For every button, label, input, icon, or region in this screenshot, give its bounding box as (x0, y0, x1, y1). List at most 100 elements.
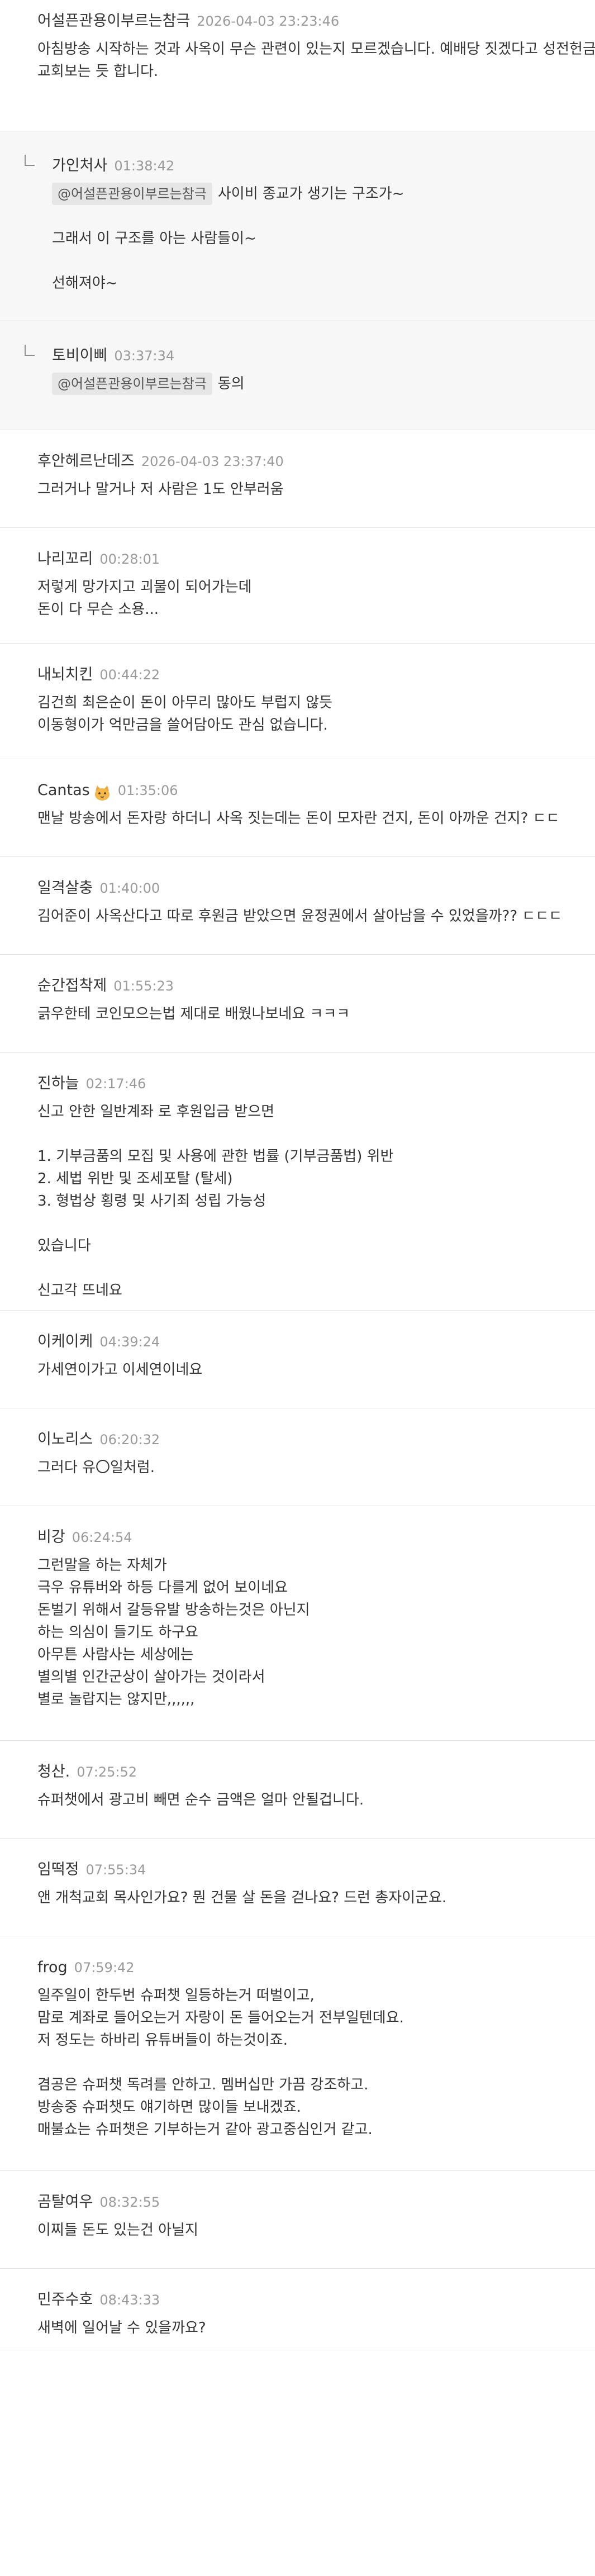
comment-text: 맨날 방송에서 돈자랑 하더니 사옥 짓는데는 돈이 모자란 건지, 돈이 아까… (37, 810, 560, 827)
author-name[interactable]: 임떡정 (37, 1861, 79, 1878)
comment-text: 아무튼 사람사는 세상에는 (37, 1646, 194, 1663)
comment-body: 맨날 방송에서 돈자랑 하더니 사옥 짓는데는 돈이 모자란 건지, 돈이 아까… (37, 807, 584, 830)
comment-text-line: 1. 기부금품의 모집 및 사용에 관한 법률 (기부금품법) 위반 (37, 1145, 584, 1168)
comment-body: 새벽에 일어날 수 있을까요? (37, 2317, 584, 2339)
comment-text: 극우 유튜버와 하등 다를게 없어 보이네요 (37, 1579, 288, 1596)
comment-text: 김건희 최은순이 돈이 아무리 많아도 부럽지 않듯 (37, 694, 332, 711)
comment-text: 하는 의심이 들기도 하구요 (37, 1624, 198, 1641)
comment-content: 토비이삐 03:37:34 @어설픈관용이부르는참극 동의 (52, 345, 584, 395)
comment-text: 돈이 다 무슨 소용... (37, 601, 159, 618)
author-name[interactable]: Cantas (37, 782, 90, 799)
comment-header: 가인처사 01:38:42 (52, 155, 584, 177)
comment-item: 이케이케 04:39:24 가세연이가고 이세연이네요 (0, 1311, 595, 1408)
mention-tag[interactable]: @어설픈관용이부르는참극 (52, 373, 212, 395)
author-name[interactable]: 이케이케 (37, 1333, 93, 1350)
comment-header: 토비이삐 03:37:34 (52, 345, 584, 367)
comment-text-line: 그런말을 하는 자체가 (37, 1554, 584, 1577)
comment-item: 내뇌치킨 00:44:22 김건희 최은순이 돈이 아무리 많아도 부럽지 않듯이동… (0, 644, 595, 759)
comment-text: 그래서 이 구조를 아는 사람들이~ (52, 230, 256, 247)
author-name[interactable]: 일격살충 (37, 879, 93, 897)
author-name[interactable]: 청산. (37, 1763, 70, 1780)
mention-tag[interactable]: @어설픈관용이부르는참극 (52, 183, 212, 205)
comment-header: 이노리스 06:20:32 (37, 1429, 584, 1451)
author-name[interactable]: 곰탈여우 (37, 2193, 93, 2211)
comment-text: 그러다 유〇일처럼. (37, 1459, 155, 1476)
comment-body: 신고 안한 일반계좌 로 후원입금 받으면 1. 기부금품의 모집 및 사용에 관… (37, 1101, 584, 1302)
comment-item: 민주수호 08:43:33 새벽에 일어날 수 있을까요? (0, 2269, 595, 2350)
comment-content: 일격살충 01:40:00 김어준이 사옥산다고 따로 후원금 받았으면 윤정권에서… (37, 877, 584, 927)
comment-text-line (37, 2051, 584, 2074)
timestamp: 00:44:22 (99, 667, 160, 683)
comment-text-line: 그러다 유〇일처럼. (37, 1456, 584, 1479)
author-name[interactable]: 민주수호 (37, 2291, 93, 2308)
author-name[interactable]: 내뇌치킨 (37, 666, 93, 683)
comment-text: 이동형이가 억만금을 쓸어담아도 관심 없습니다. (37, 717, 328, 734)
comment-text-line: 일주일이 한두번 슈퍼챗 일등하는거 떠벌이고, (37, 1984, 584, 2007)
comment-text: 가세연이가고 이세연이네요 (37, 1361, 203, 1378)
comment-content: 진하늘 02:17:46 신고 안한 일반계좌 로 후원입금 받으면 1. 기부금품의… (37, 1073, 584, 1302)
author-name[interactable]: 가인처사 (52, 157, 107, 174)
comment-body: 그런말을 하는 자체가극우 유튜버와 하등 다를게 없어 보이네요돈벌기 위해서… (37, 1554, 584, 1711)
comment-body: 긁우한테 코인모으는법 제대로 배웠나보네요 ㅋㅋㅋ (37, 1003, 584, 1025)
author-name[interactable]: 토비이삐 (52, 347, 107, 364)
author-name[interactable]: 진하늘 (37, 1075, 79, 1092)
comment-text: 있습니다 (37, 1237, 91, 1254)
comment-text-line: 아침방송 시작하는 것과 사옥이 무슨 관련이 있는지 모르겠습니다. 예배당 … (37, 38, 595, 60)
comment-text: 돈벌기 위해서 갈등유발 방송하는것은 아닌지 (37, 1602, 310, 1618)
comment-text: 새벽에 일어날 수 있을까요? (37, 2320, 206, 2336)
comment-list: 어설픈관용이부르는참극 2026-04-03 23:23:46 아침방송 시작하는 … (0, 0, 595, 2350)
comment-content: frog 07:59:42 일주일이 한두번 슈퍼챗 일등하는거 떠벌이고, 맘로 계… (37, 1956, 584, 2141)
author-name[interactable]: 어설픈관용이부르는참극 (37, 12, 190, 30)
comment-body: 일주일이 한두번 슈퍼챗 일등하는거 떠벌이고, 맘로 계좌로 들어오는거 자랑이… (37, 1984, 584, 2141)
comment-text-line: 매불쇼는 슈퍼챗은 기부하는거 같아 광고중심인거 같고. (37, 2118, 584, 2141)
author-name[interactable]: 순간접착제 (37, 977, 107, 994)
author-name[interactable]: 이노리스 (37, 1431, 93, 1448)
comment-text-line: 맘로 계좌로 들어오는거 자랑이 돈 들어오는거 전부일텐데요. (37, 2007, 584, 2029)
comment-text-line: 신고각 뜨네요 (37, 1279, 584, 1302)
author-name[interactable]: 나리꼬리 (37, 550, 93, 568)
reply-comment: 토비이삐 03:37:34 @어설픈관용이부르는참극 동의 (0, 321, 595, 430)
comment-text-line: 별로 놀랍지는 않지만,,,,,, (37, 1688, 584, 1711)
comment-text-line: 슈퍼챗에서 광고비 빼면 순수 금액은 얼마 안될겁니다. (37, 1789, 584, 1811)
comment-header: 내뇌치킨 00:44:22 (37, 664, 584, 686)
author-name[interactable]: 비강 (37, 1529, 65, 1546)
timestamp: 06:20:32 (99, 1432, 160, 1447)
comment-text-line: 돈벌기 위해서 갈등유발 방송하는것은 아닌지 (37, 1599, 584, 1621)
comment-item: 일격살충 01:40:00 김어준이 사옥산다고 따로 후원금 받았으면 윤정권에서… (0, 857, 595, 955)
comment-text-line: 그래서 이 구조를 아는 사람들이~ (52, 227, 584, 250)
timestamp: 01:40:00 (99, 880, 160, 896)
comment-header: 민주수호 08:43:33 (37, 2289, 584, 2311)
comment-content: 후안헤르난데즈 2026-04-03 23:37:40 그러거나 말거나 저 사람은… (37, 450, 584, 501)
comment-text: 저 정도는 하바리 유튜버들이 하는것이죠. (37, 2032, 288, 2049)
comment-text: 앤 개척교회 목사인가요? 뭔 건물 살 돈을 걷나요? 드런 총자이군요. (37, 1889, 447, 1906)
comment-content: 가인처사 01:38:42 @어설픈관용이부르는참극 사이비 종교가 생기는 구조가~… (52, 155, 584, 294)
comment-text: 아침방송 시작하는 것과 사옥이 무슨 관련이 있는지 모르겠습니다. 예배당 … (37, 41, 595, 58)
comment-text: 신고각 뜨네요 (37, 1282, 122, 1299)
comment-text-line: 방송중 슈퍼챗도 얘기하면 많이들 보내겠죠. (37, 2096, 584, 2118)
comment-text-line: 겸공은 슈퍼챗 독려를 안하고. 멤버십만 가끔 강조하고. (37, 2074, 584, 2096)
comment-text: 선해져야~ (52, 275, 118, 292)
comment-content: 순간접착제 01:55:23 긁우한테 코인모으는법 제대로 배웠나보네요 ㅋㅋㅋ (37, 975, 584, 1025)
comment-text-line: 김어준이 사옥산다고 따로 후원금 받았으면 윤정권에서 살아남을 수 있었을까… (37, 905, 584, 927)
reply-comment: 가인처사 01:38:42 @어설픈관용이부르는참극 사이비 종교가 생기는 구조가~… (0, 131, 595, 321)
comment-text-line (37, 1123, 584, 1145)
author-name[interactable]: 후안헤르난데즈 (37, 453, 135, 470)
comment-text-line: 하는 의심이 들기도 하구요 (37, 1621, 584, 1644)
timestamp: 08:32:55 (99, 2194, 160, 2210)
comment-text-line (52, 250, 584, 272)
comment-content: 내뇌치킨 00:44:22 김건희 최은순이 돈이 아무리 많아도 부럽지 않듯이동… (37, 664, 584, 736)
comment-item: 후안헤르난데즈 2026-04-03 23:37:40 그러거나 말거나 저 사람은… (0, 430, 595, 528)
comment-text: 별의별 인간군상이 살아가는 것이라서 (37, 1669, 265, 1685)
timestamp: 07:55:34 (85, 1862, 146, 1878)
comment-header: 순간접착제 01:55:23 (37, 975, 584, 997)
timestamp: 01:38:42 (114, 158, 175, 174)
timestamp: 02:17:46 (85, 1076, 146, 1092)
timestamp: 06:24:54 (72, 1530, 132, 1545)
comment-text-line: 이동형이가 억만금을 쓸어담아도 관심 없습니다. (37, 714, 584, 736)
author-name[interactable]: frog (37, 1959, 68, 1976)
comment-text-line: 2. 세법 위반 및 조세포탈 (탈세) (37, 1168, 584, 1190)
comment-content: 이케이케 04:39:24 가세연이가고 이세연이네요 (37, 1331, 584, 1381)
comment-header: 일격살충 01:40:00 (37, 877, 584, 899)
timestamp: 01:55:23 (113, 978, 174, 994)
comment-item: 임떡정 07:55:34 앤 개척교회 목사인가요? 뭔 건물 살 돈을 걷나요? … (0, 1839, 595, 1936)
